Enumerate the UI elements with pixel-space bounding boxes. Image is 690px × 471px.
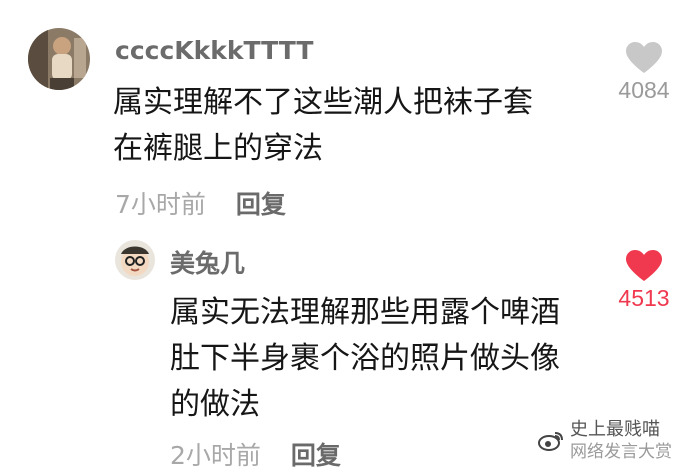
user-photo-avatar-icon <box>28 28 90 90</box>
cartoon-face-avatar-icon <box>115 240 155 280</box>
reply-button[interactable]: 回复 <box>236 185 286 221</box>
comment-line: 属实理解不了这些潮人把袜子套 <box>113 85 533 120</box>
comment-timestamp: 2小时前 <box>170 441 261 470</box>
comment-line: 在裤腿上的穿法 <box>113 131 323 166</box>
watermark-text: 史上最贱喵 网络发言大赏 <box>570 419 672 463</box>
watermark-line2: 网络发言大赏 <box>570 442 672 462</box>
heart-icon <box>626 42 662 73</box>
comment-line: 肚下半身裹个浴的照片做头像 <box>170 341 560 376</box>
comment-text: 属实无法理解那些用露个啤酒 肚下半身裹个浴的照片做头像 的做法 <box>170 290 560 428</box>
like-count: 4513 <box>618 285 670 311</box>
watermark: 史上最贱喵 网络发言大赏 <box>538 419 672 463</box>
heart-icon <box>626 250 662 281</box>
comment-text: 属实理解不了这些潮人把袜子套 在裤腿上的穿法 <box>113 80 533 172</box>
like-button[interactable]: 4084 <box>612 42 676 104</box>
comment-line: 属实无法理解那些用露个啤酒 <box>170 295 560 330</box>
avatar[interactable] <box>115 240 155 280</box>
reply-button[interactable]: 回复 <box>291 436 341 471</box>
comment-timestamp: 7小时前 <box>115 190 206 219</box>
weibo-logo-icon <box>538 432 563 451</box>
watermark-line1: 史上最贱喵 <box>570 419 660 440</box>
comment-username[interactable]: 美兔几 <box>170 244 245 280</box>
comment-meta: 2小时前 回复 <box>170 436 341 471</box>
avatar[interactable] <box>28 28 90 90</box>
comment-username[interactable]: ccccKkkkTTTT <box>115 36 313 65</box>
like-count: 4084 <box>618 77 670 103</box>
comment-meta: 7小时前 回复 <box>115 185 286 221</box>
comment-line: 的做法 <box>170 387 260 422</box>
like-button[interactable]: 4513 <box>612 250 676 312</box>
